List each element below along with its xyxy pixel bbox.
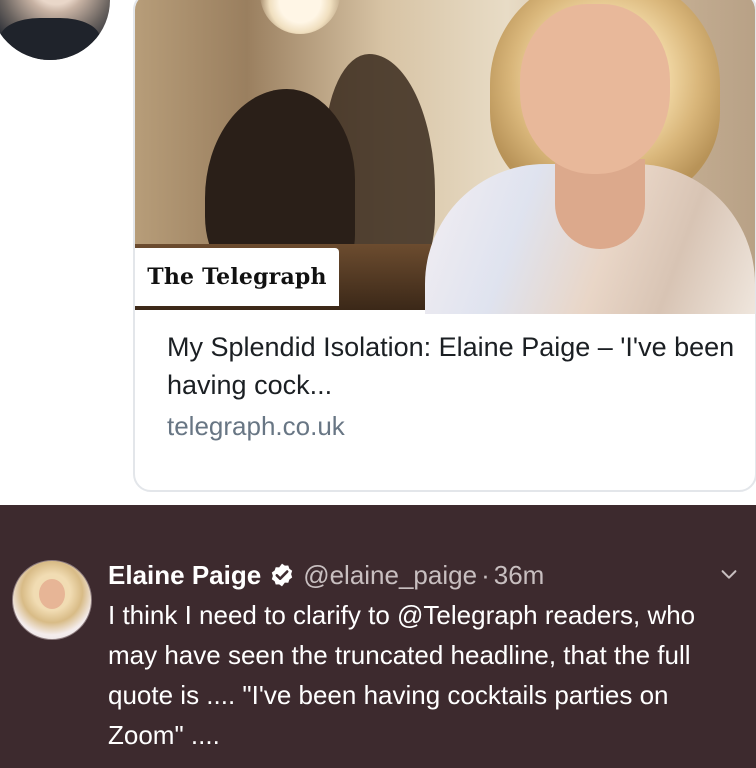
- link-domain: telegraph.co.uk: [167, 411, 345, 441]
- tweet-body: Elaine Paige @elaine_paige · 36m I think…: [108, 557, 748, 755]
- link-preview-text[interactable]: My Splendid Isolation: Elaine Paige – 'I…: [167, 328, 737, 444]
- lamp-shape: [260, 0, 340, 34]
- tweet-text: I think I need to clarify to @Telegraph …: [108, 600, 696, 750]
- avatar[interactable]: [12, 560, 92, 640]
- previous-user-avatar[interactable]: [0, 0, 110, 60]
- chevron-down-icon[interactable]: [718, 563, 740, 585]
- source-logo: The Telegraph: [135, 248, 339, 306]
- author-name[interactable]: Elaine Paige: [108, 560, 261, 591]
- link-preview-image[interactable]: The Telegraph: [135, 0, 755, 314]
- tweet-container: Elaine Paige @elaine_paige · 36m I think…: [0, 505, 756, 768]
- link-title[interactable]: My Splendid Isolation: Elaine Paige – 'I…: [167, 328, 737, 404]
- portrait-face: [520, 4, 670, 174]
- tweet-timestamp[interactable]: 36m: [494, 560, 545, 591]
- separator-dot: ·: [481, 559, 490, 590]
- link-preview-card[interactable]: The Telegraph My Splendid Isolation: Ela…: [133, 0, 756, 492]
- verified-badge-icon: [269, 562, 295, 588]
- tweet-header: Elaine Paige @elaine_paige · 36m: [108, 557, 748, 593]
- author-handle[interactable]: @elaine_paige: [303, 560, 477, 591]
- quoted-tweet-area: The Telegraph My Splendid Isolation: Ela…: [0, 0, 756, 505]
- source-logo-text: The Telegraph: [147, 264, 327, 290]
